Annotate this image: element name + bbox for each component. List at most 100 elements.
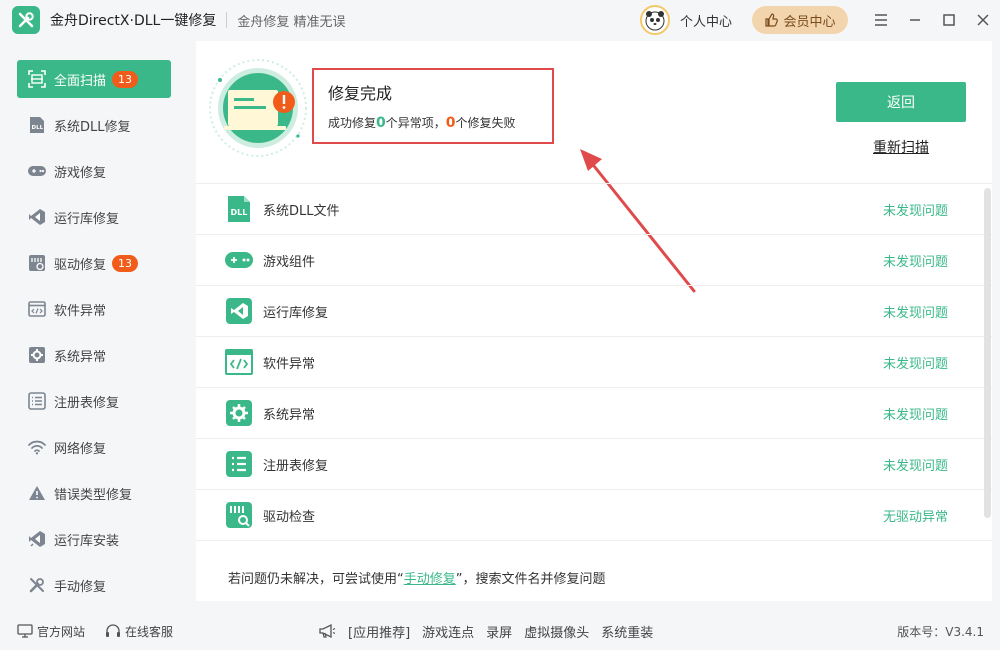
sidebar-item-label: 游戏修复 [54,165,107,181]
vip-center-label: 会员中心 [783,14,836,30]
sidebar: 全面扫描 13 DLL 系统DLL修复 游戏修复 运行库修复 驱动修复 13 软… [0,50,188,610]
title-bar: 金舟DirectX·DLL一键修复 金舟修复 精准无误 个人中心 会员中心 [0,0,1000,40]
app-link-system-reinstall[interactable]: 系统重装 [601,622,653,641]
row-label: 软件异常 [263,356,316,372]
driver-icon [27,253,47,273]
runtime-icon [27,207,47,227]
sidebar-item-manual-repair[interactable]: 手动修复 [17,566,171,604]
app-link-virtual-camera[interactable]: 虚拟摄像头 [524,622,589,641]
app-slogan: 金舟修复 精准无误 [237,14,346,30]
sidebar-item-label: 驱动修复 [54,257,107,273]
app-title: 金舟DirectX·DLL一键修复 [50,13,217,29]
row-label: 驱动检查 [263,509,316,525]
row-status: 未发现问题 [882,305,948,321]
manual-repair-link[interactable]: 手动修复 [404,572,456,587]
version-label: 版本号：V3.4.1 [897,624,984,639]
app-logo [12,6,40,34]
official-website-link[interactable]: 官方网站 [17,623,85,640]
failed-count: 0 [445,115,456,131]
footer: 官方网站 在线客服 [应用推荐] 游戏连点 录屏 虚拟摄像头 系统重装 版本号：… [0,612,1000,650]
maximize-icon [943,14,955,26]
repair-result-summary: 修复完成 成功修复0个异常项，0个修复失败 [312,68,554,144]
wrench-icon [27,575,47,595]
app-link-screen-recorder[interactable]: 录屏 [486,622,512,641]
warning-icon [27,483,47,503]
row-label: 注册表修复 [263,458,329,474]
row-status: 未发现问题 [882,254,948,270]
row-label: 系统异常 [263,407,316,423]
sidebar-item-label: 全面扫描 [54,73,107,89]
dll-file-icon: DLL [224,194,254,224]
row-label: 运行库修复 [263,305,329,321]
row-status: 未发现问题 [882,407,948,423]
scan-icon [27,69,47,89]
tools-icon [18,12,34,28]
minimize-icon [910,19,920,21]
list-item: 游戏组件 未发现问题 [196,235,992,286]
gear-icon [27,345,47,365]
count-badge: 13 [112,254,139,272]
list-icon [27,391,47,411]
online-service-label: 在线客服 [125,624,174,639]
list-item: 运行库修复 未发现问题 [196,286,992,337]
headset-icon [106,624,120,637]
title-divider [226,12,228,28]
main-panel: 修复完成 成功修复0个异常项，0个修复失败 返回 重新扫描 DLL 系统DLL文… [196,41,992,601]
wifi-icon [27,437,47,457]
maximize-button[interactable] [932,0,966,40]
visual-studio-icon [224,296,254,326]
rescan-link[interactable]: 重新扫描 [873,137,929,157]
sidebar-item-system-exception[interactable]: 系统异常 [17,336,171,374]
hamburger-icon [875,14,887,26]
result-title: 修复完成 [328,84,393,103]
gamepad-icon [27,161,47,181]
sidebar-item-error-type-repair[interactable]: 错误类型修复 [17,474,171,512]
online-service-link[interactable]: 在线客服 [105,623,173,640]
code-window-icon [224,347,254,377]
app-link-game-clicker[interactable]: 游戏连点 [422,622,474,641]
list-item: DLL 系统DLL文件 未发现问题 [196,184,992,235]
sidebar-item-driver-repair[interactable]: 驱动修复 13 [17,244,171,282]
back-button[interactable]: 返回 [836,82,966,122]
minimize-button[interactable] [898,0,932,40]
sidebar-item-software-exception[interactable]: 软件异常 [17,290,171,328]
result-prefix: 成功修复 [328,116,377,130]
sidebar-item-registry-repair[interactable]: 注册表修复 [17,382,171,420]
sidebar-item-label: 系统异常 [54,349,107,365]
code-window-icon [27,299,47,319]
row-status: 未发现问题 [882,458,948,474]
sidebar-item-label: 网络修复 [54,441,107,457]
sidebar-item-runtime-repair[interactable]: 运行库修复 [17,198,171,236]
hint-text-before: 若问题仍未解决，可尝试使用“ [228,572,404,587]
official-website-label: 官方网站 [37,624,86,639]
scrollbar-thumb[interactable] [984,188,991,518]
sidebar-item-label: 软件异常 [54,303,107,319]
dll-icon: DLL [27,115,47,135]
list-scrollbar[interactable] [983,184,992,541]
close-button[interactable] [966,0,1000,40]
sidebar-item-label: 注册表修复 [54,395,120,411]
megaphone-icon [319,623,336,639]
sidebar-item-label: 运行库修复 [54,211,120,227]
sidebar-item-full-scan[interactable]: 全面扫描 13 [17,60,171,98]
row-label: 系统DLL文件 [263,203,340,219]
result-detail: 成功修复0个异常项，0个修复失败 [328,114,538,131]
repair-complete-illustration [208,58,308,158]
sidebar-item-label: 运行库安装 [54,533,120,549]
vip-center-button[interactable]: 会员中心 [752,6,848,34]
fixed-count: 0 [376,115,386,131]
count-badge: 13 [112,70,139,88]
sidebar-item-game-repair[interactable]: 游戏修复 [17,152,171,190]
menu-button[interactable] [864,0,898,40]
user-center-link[interactable]: 个人中心 [680,11,732,30]
runtime-install-icon [27,529,47,549]
gear-icon [224,398,254,428]
sidebar-item-system-dll[interactable]: DLL 系统DLL修复 [17,106,171,144]
sidebar-item-runtime-install[interactable]: 运行库安装 [17,520,171,558]
row-status: 未发现问题 [882,356,948,372]
user-avatar[interactable] [639,5,670,35]
list-item: 系统异常 未发现问题 [196,388,992,439]
sidebar-item-network-repair[interactable]: 网络修复 [17,428,171,466]
svg-text:DLL: DLL [32,125,44,131]
recommend-label: [应用推荐] [348,625,411,641]
